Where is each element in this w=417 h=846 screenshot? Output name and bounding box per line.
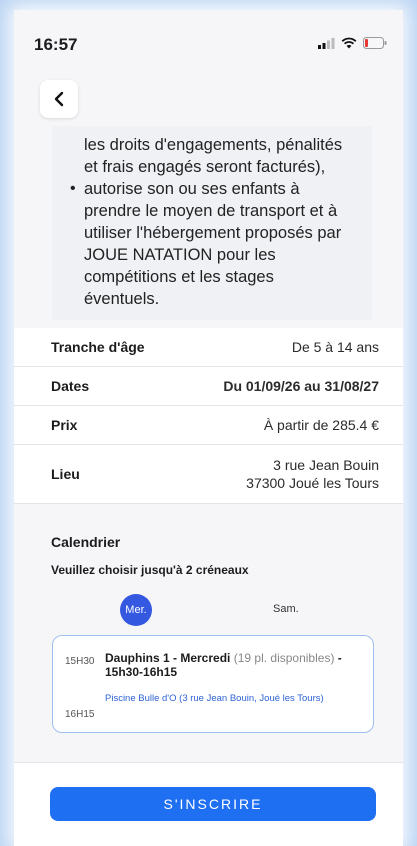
footer-bar: S'INSCRIRE bbox=[14, 762, 403, 846]
place-line2: 37300 Joué les Tours bbox=[246, 475, 379, 491]
description-text: les droits d'engagements, pénalités et f… bbox=[52, 126, 372, 320]
description-line: compétitions et les stages bbox=[84, 268, 274, 286]
price-value: À partir de 285.4 € bbox=[263, 417, 379, 433]
wifi-icon bbox=[341, 37, 357, 49]
day-tab-sam[interactable]: Sam. bbox=[273, 603, 299, 615]
slot-start-time: 15H30 bbox=[65, 656, 95, 667]
bullet-icon: • bbox=[70, 180, 76, 197]
calendar-title: Calendrier bbox=[51, 534, 121, 550]
dates-value: Du 01/09/26 au 31/08/27 bbox=[223, 378, 379, 394]
place-label: Lieu bbox=[51, 466, 80, 482]
description-line: les droits d'engagements, pénalités bbox=[84, 136, 343, 154]
back-button[interactable] bbox=[40, 80, 78, 118]
dates-label: Dates bbox=[51, 378, 90, 394]
description-line: autorise son ou ses enfants à bbox=[84, 180, 300, 198]
calendar-subtitle: Veuillez choisir jusqu'à 2 créneaux bbox=[51, 563, 249, 577]
description-line: JOUE NATATION pour les bbox=[84, 246, 276, 264]
calendar-section: Calendrier Veuillez choisir jusqu'à 2 cr… bbox=[14, 506, 403, 760]
battery-icon bbox=[363, 37, 387, 49]
description-line: utiliser l'hébergement proposés par bbox=[84, 224, 342, 242]
slot-card[interactable]: 15H30 16H15 Dauphins 1 - Mercredi (19 pl… bbox=[52, 635, 374, 733]
status-bar: 16:57 bbox=[14, 10, 403, 70]
info-table: Tranche d'âge De 5 à 14 ans Dates Du 01/… bbox=[14, 328, 403, 504]
place-line1: 3 rue Jean Bouin bbox=[273, 457, 379, 473]
age-label: Tranche d'âge bbox=[51, 339, 145, 355]
status-icons bbox=[318, 37, 387, 49]
description-line: et frais engagés seront facturés), bbox=[84, 158, 326, 176]
app-screen: 16:57 les droits d'engagements, pénalité… bbox=[14, 10, 403, 846]
slot-title: Dauphins 1 - Mercredi bbox=[105, 651, 231, 665]
slot-places: (19 pl. disponibles) bbox=[233, 651, 335, 665]
description-line: prendre le moyen de transport et à bbox=[84, 202, 338, 220]
register-button[interactable]: S'INSCRIRE bbox=[50, 787, 376, 821]
status-time: 16:57 bbox=[34, 35, 78, 54]
description-bullet: • autorise son ou ses enfants à bbox=[52, 178, 372, 200]
age-value: De 5 à 14 ans bbox=[291, 339, 379, 355]
place-value: 3 rue Jean Bouin 37300 Joué les Tours bbox=[246, 456, 379, 492]
price-label: Prix bbox=[51, 417, 78, 433]
signal-icon bbox=[318, 37, 335, 49]
info-row-price: Prix À partir de 285.4 € bbox=[14, 406, 403, 445]
slot-end-time: 16H15 bbox=[65, 709, 95, 720]
slot-location: Piscine Bulle d'O (3 rue Jean Bouin, Jou… bbox=[105, 693, 324, 704]
day-tab-mer[interactable]: Mer. bbox=[120, 594, 152, 626]
info-row-dates: Dates Du 01/09/26 au 31/08/27 bbox=[14, 367, 403, 406]
slot-name: Dauphins 1 - Mercredi (19 pl. disponible… bbox=[105, 651, 367, 679]
info-row-age: Tranche d'âge De 5 à 14 ans bbox=[14, 328, 403, 367]
info-row-place: Lieu 3 rue Jean Bouin 37300 Joué les Tou… bbox=[14, 445, 403, 504]
description-line: éventuels. bbox=[84, 290, 160, 308]
chevron-left-icon bbox=[54, 91, 64, 107]
